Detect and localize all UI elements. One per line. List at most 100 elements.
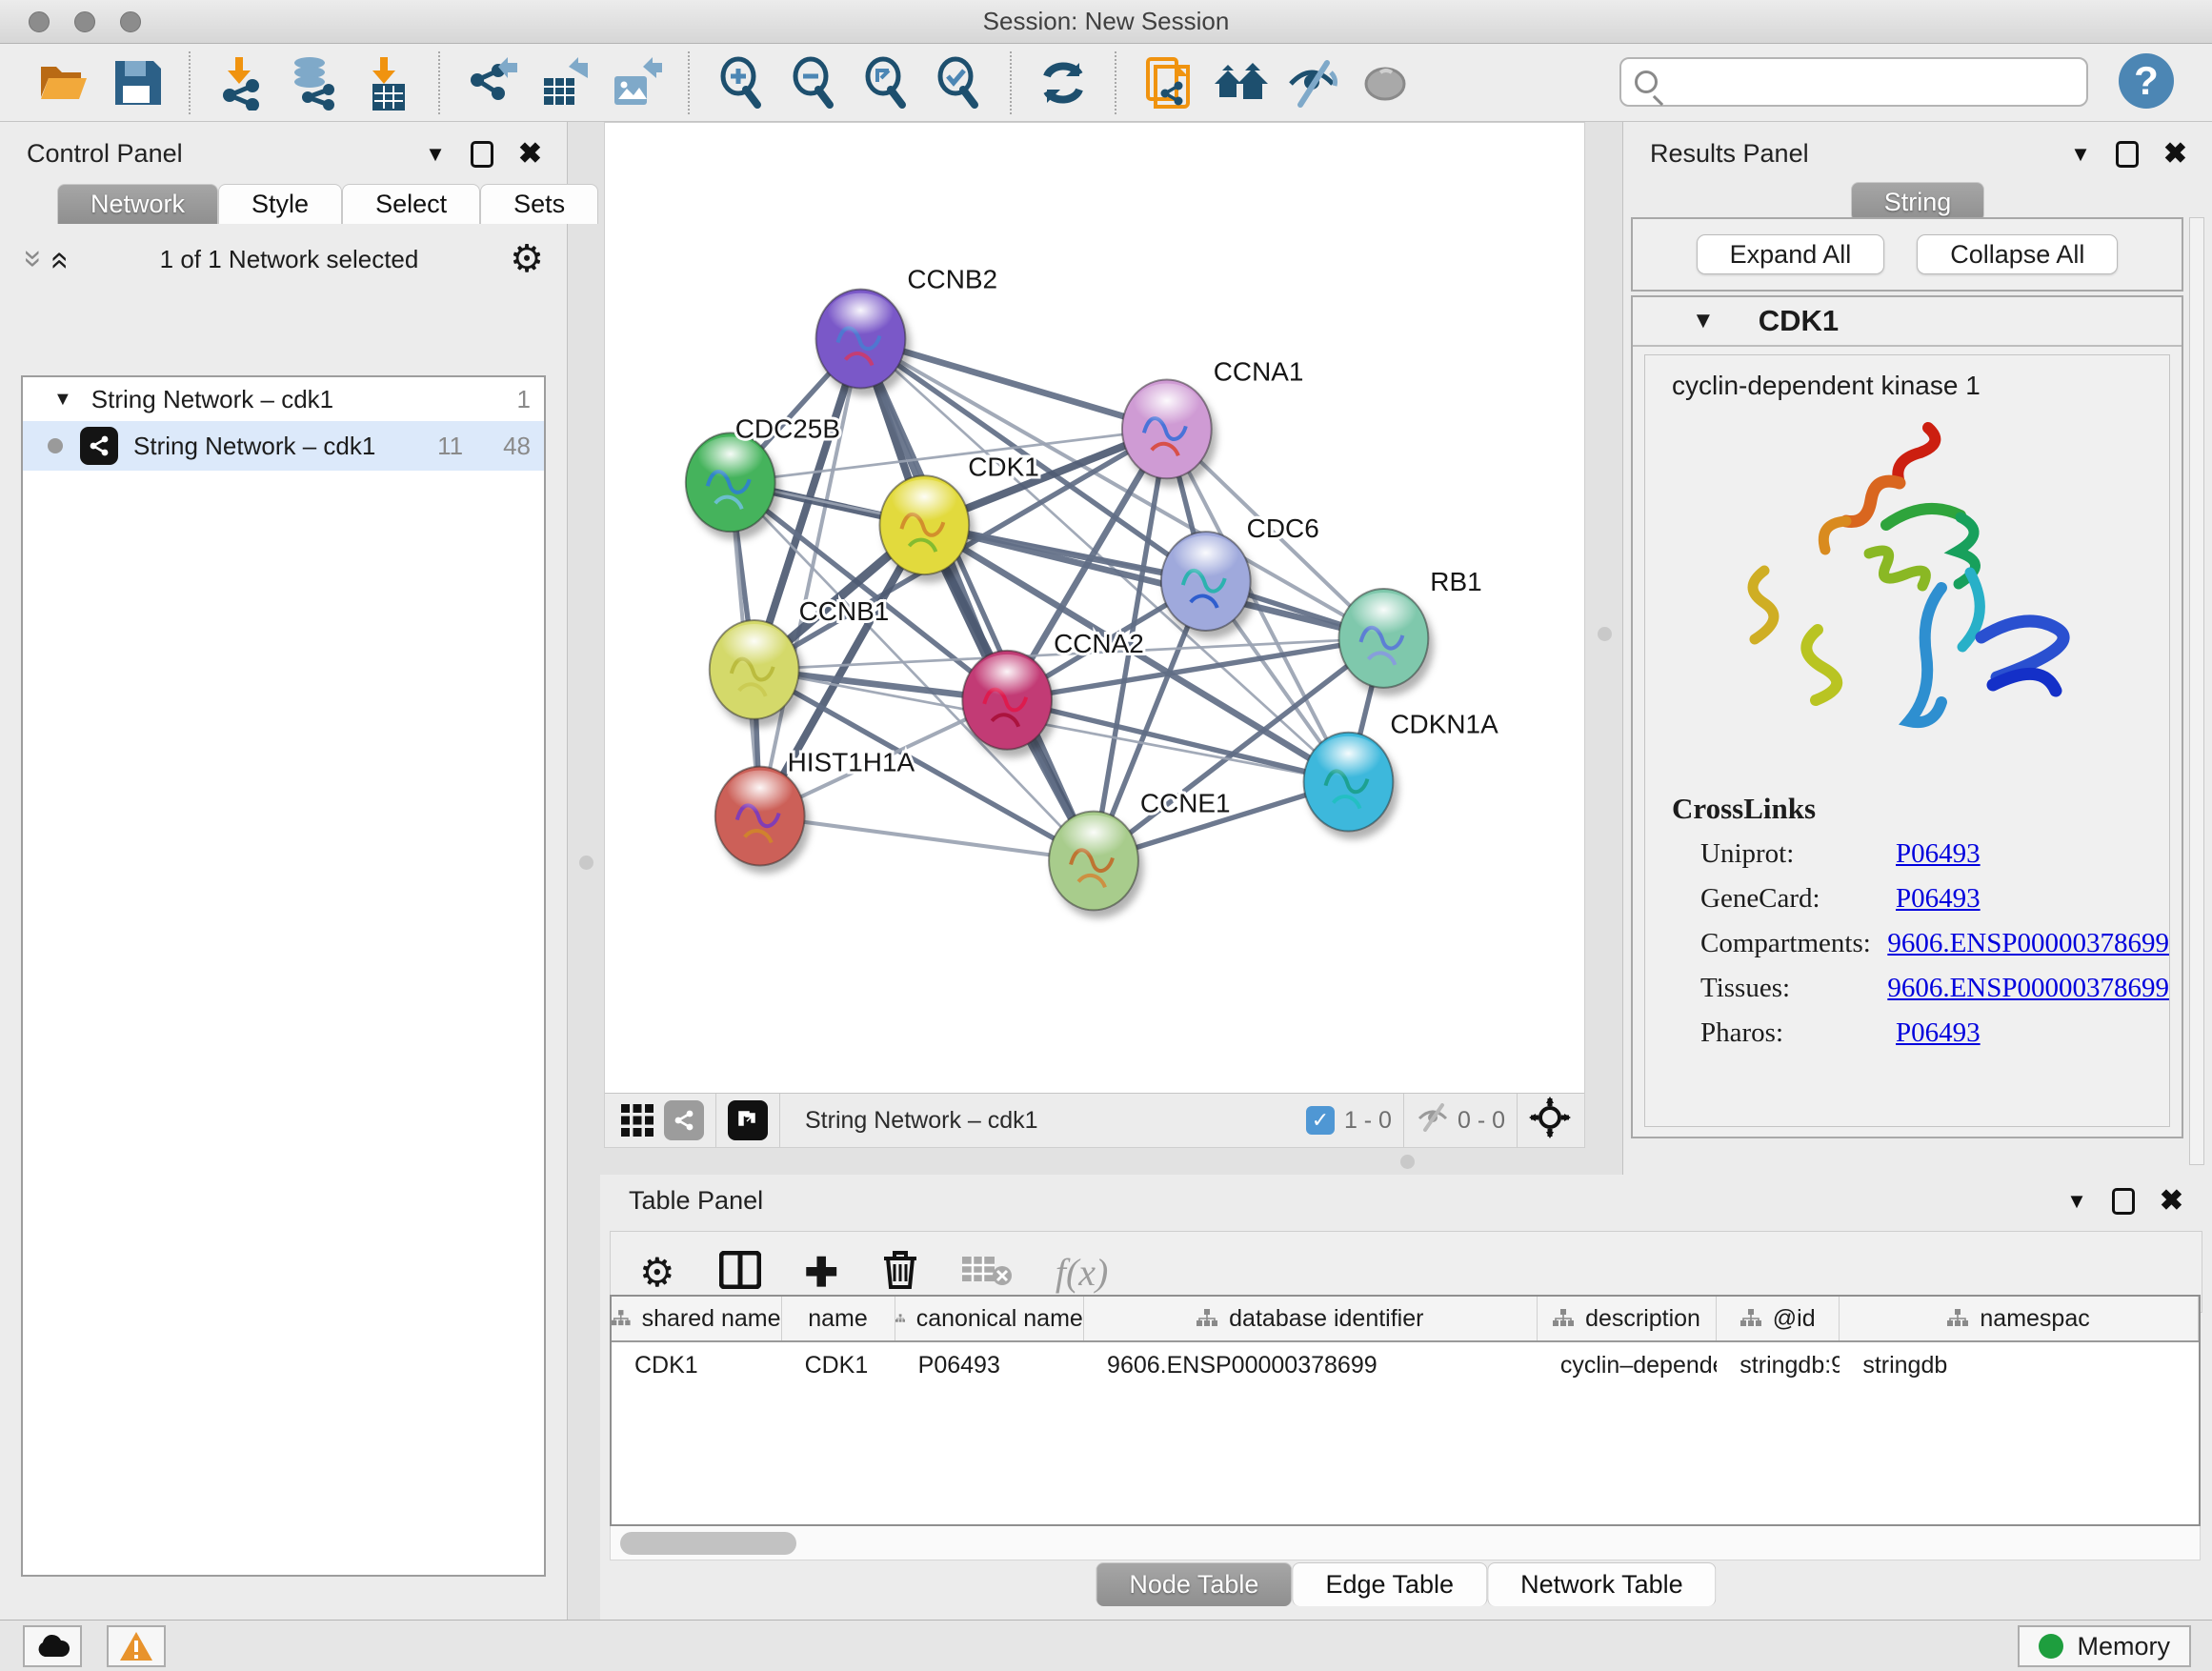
- collection-collapse-icon[interactable]: ▼: [53, 389, 72, 411]
- crosslink-link[interactable]: P06493: [1896, 883, 1981, 915]
- network-share-view-icon[interactable]: [664, 1100, 704, 1140]
- save-session-icon[interactable]: [108, 53, 167, 112]
- export-table-icon[interactable]: [534, 53, 593, 112]
- results-panel-close-icon[interactable]: ✖: [2163, 137, 2187, 171]
- collapse-all-button[interactable]: Collapse All: [1917, 234, 2118, 274]
- cloud-button[interactable]: [23, 1625, 82, 1667]
- export-image-icon[interactable]: [607, 53, 666, 112]
- zoom-selected-icon[interactable]: [929, 53, 988, 112]
- network-node-cdc6[interactable]: [1161, 532, 1251, 631]
- search-box[interactable]: [1619, 57, 2088, 107]
- function-builder-icon[interactable]: f(x): [1056, 1250, 1109, 1295]
- network-options-gear-icon[interactable]: ⚙: [510, 240, 544, 278]
- right-splitter-handle[interactable]: [1598, 627, 1612, 641]
- window-close-button[interactable]: [29, 11, 50, 32]
- hide-unhide-icon[interactable]: [1283, 53, 1342, 112]
- import-network-icon[interactable]: [212, 53, 271, 112]
- center-view-icon[interactable]: [1529, 1097, 1571, 1145]
- scrollbar-thumb[interactable]: [620, 1532, 796, 1555]
- apply-layout-icon[interactable]: [1034, 53, 1093, 112]
- memory-button[interactable]: Memory: [2018, 1625, 2191, 1667]
- tab-network[interactable]: Network: [57, 184, 218, 224]
- tab-string[interactable]: String: [1851, 182, 1985, 222]
- network-collection-row[interactable]: ▼ String Network – cdk1 1: [23, 377, 544, 421]
- table-horizontal-scrollbar[interactable]: [610, 1526, 2201, 1560]
- column-header-name[interactable]: name: [782, 1297, 895, 1340]
- table-cell[interactable]: stringdb: [1840, 1342, 2199, 1388]
- grid-view-icon[interactable]: [614, 1097, 660, 1143]
- table-cell[interactable]: P06493: [895, 1342, 1084, 1388]
- column-header-namespac[interactable]: namespac: [1840, 1297, 2199, 1340]
- network-node-hist1h1a[interactable]: [715, 767, 805, 866]
- table-cell[interactable]: stringdb:9...: [1717, 1342, 1840, 1388]
- table-panel-menu-icon[interactable]: ▼: [2066, 1189, 2087, 1214]
- table-panel-close-icon[interactable]: ✖: [2160, 1184, 2183, 1218]
- network-row-selected[interactable]: String Network – cdk1 11 48: [23, 421, 544, 471]
- results-panel-float-icon[interactable]: [2116, 141, 2139, 168]
- tab-edge-table[interactable]: Edge Table: [1292, 1562, 1487, 1606]
- zoom-in-icon[interactable]: [712, 53, 771, 112]
- zoom-out-icon[interactable]: [784, 53, 843, 112]
- create-column-icon[interactable]: ✚: [805, 1249, 838, 1296]
- network-node-ccnb1[interactable]: [710, 620, 799, 719]
- column-header-shared-name[interactable]: shared name: [612, 1297, 782, 1340]
- network-node-cdkn1a[interactable]: [1304, 733, 1394, 832]
- export-network-icon[interactable]: [462, 53, 521, 112]
- show-eye-icon[interactable]: [1356, 53, 1415, 112]
- table-cell[interactable]: CDK1: [782, 1342, 895, 1388]
- open-session-icon[interactable]: [35, 53, 94, 112]
- control-panel-menu-icon[interactable]: ▼: [425, 142, 446, 167]
- network-node-ccna1[interactable]: [1122, 379, 1212, 478]
- column-header-description[interactable]: description: [1538, 1297, 1717, 1340]
- expand-all-button[interactable]: Expand All: [1697, 234, 1885, 274]
- results-panel-menu-icon[interactable]: ▼: [2070, 142, 2091, 167]
- column-header-canonical-name[interactable]: canonical name: [895, 1297, 1084, 1340]
- results-scrollbar[interactable]: [2189, 217, 2204, 1165]
- home-networks-icon[interactable]: [1211, 53, 1270, 112]
- gene-collapse-icon[interactable]: ▼: [1692, 308, 1715, 334]
- table-cell[interactable]: CDK1: [612, 1342, 782, 1388]
- network-node-ccna2[interactable]: [962, 651, 1052, 750]
- show-columns-icon[interactable]: [719, 1251, 761, 1294]
- table-cell[interactable]: 9606.ENSP00000378699: [1084, 1342, 1538, 1388]
- help-button[interactable]: ?: [2119, 53, 2174, 109]
- network-node-ccne1[interactable]: [1049, 812, 1138, 911]
- column-header--id[interactable]: @id: [1717, 1297, 1840, 1340]
- bottom-splitter-handle[interactable]: [1400, 1155, 1415, 1169]
- crosslink-link[interactable]: 9606.ENSP00000378699: [1887, 973, 2169, 1004]
- crosslink-link[interactable]: P06493: [1896, 838, 1981, 870]
- network-node-cdc25b[interactable]: [686, 433, 775, 532]
- column-header-database-identifier[interactable]: database identifier: [1084, 1297, 1538, 1340]
- window-zoom-button[interactable]: [120, 11, 141, 32]
- import-network-from-database-icon[interactable]: [285, 53, 344, 112]
- zoom-fit-icon[interactable]: [856, 53, 915, 112]
- window-minimize-button[interactable]: [74, 11, 95, 32]
- table-row[interactable]: CDK1CDK1P064939606.ENSP00000378699cyclin…: [612, 1342, 2199, 1388]
- table-panel-float-icon[interactable]: [2112, 1188, 2135, 1215]
- delete-table-icon[interactable]: [962, 1253, 1012, 1292]
- network-canvas[interactable]: CCNB2CCNA1CDC25BCDK1CDC6RB1CCNB1CCNA2CDK…: [605, 123, 1584, 1093]
- warning-button[interactable]: [107, 1625, 166, 1667]
- network-node-ccnb2[interactable]: [816, 290, 906, 389]
- table-options-gear-icon[interactable]: ⚙: [639, 1249, 675, 1296]
- tab-network-table[interactable]: Network Table: [1487, 1562, 1717, 1606]
- control-panel-float-icon[interactable]: [471, 141, 493, 168]
- control-panel-close-icon[interactable]: ✖: [518, 137, 542, 171]
- table-cell[interactable]: cyclin–dependent ...: [1538, 1342, 1717, 1388]
- crosslink-link[interactable]: 9606.ENSP00000378699: [1887, 928, 2169, 959]
- expand-all-networks-icon[interactable]: «: [42, 252, 79, 268]
- selected-checkbox-icon[interactable]: ✓: [1306, 1106, 1335, 1135]
- delete-column-icon[interactable]: [882, 1249, 918, 1296]
- search-input[interactable]: [1667, 69, 2067, 95]
- crosslink-link[interactable]: P06493: [1896, 1017, 1981, 1049]
- left-splitter-handle[interactable]: [579, 856, 593, 870]
- import-table-icon[interactable]: [357, 53, 416, 112]
- network-from-document-icon[interactable]: [1138, 53, 1197, 112]
- tab-sets[interactable]: Sets: [480, 184, 598, 224]
- tab-style[interactable]: Style: [218, 184, 342, 224]
- network-node-cdk1[interactable]: [879, 475, 969, 574]
- tab-node-table[interactable]: Node Table: [1096, 1562, 1292, 1606]
- network-node-rb1[interactable]: [1338, 589, 1428, 688]
- tab-select[interactable]: Select: [342, 184, 480, 224]
- birdseye-view-icon[interactable]: [728, 1100, 768, 1140]
